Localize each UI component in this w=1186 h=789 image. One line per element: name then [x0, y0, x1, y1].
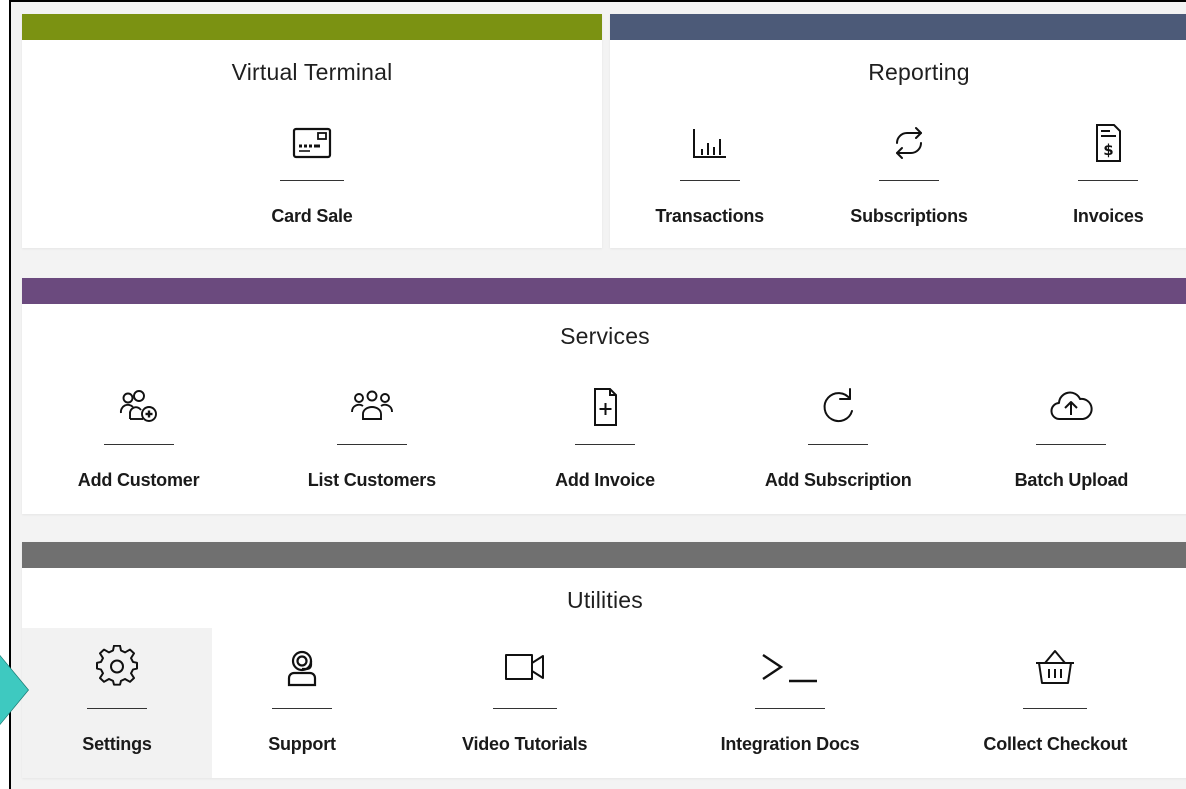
video-tutorials-tile[interactable]: Video Tutorials	[392, 628, 657, 778]
gear-icon	[92, 642, 142, 692]
subscriptions-tile[interactable]: Subscriptions	[809, 118, 1008, 228]
invoices-label: Invoices	[1073, 206, 1144, 226]
virtual-terminal-color-bar	[22, 14, 602, 40]
basket-icon	[1030, 642, 1080, 692]
tile-divider	[1036, 444, 1107, 445]
collect-checkout-label: Collect Checkout	[983, 734, 1128, 754]
tile-divider	[272, 708, 332, 709]
dashboard-frame: Virtual Terminal Card Sale Reporting Tra…	[9, 0, 1186, 789]
settings-label: Settings	[82, 734, 152, 754]
virtual-terminal-card: Virtual Terminal Card Sale	[22, 14, 602, 248]
card-terminal-icon	[287, 118, 337, 168]
list-customers-tile[interactable]: List Customers	[255, 382, 488, 492]
reporting-title: Reporting	[868, 59, 970, 85]
tile-divider	[878, 180, 939, 181]
support-tile[interactable]: Support	[212, 628, 392, 778]
services-title: Services	[560, 323, 650, 349]
subscriptions-label: Subscriptions	[850, 206, 968, 226]
add-invoice-label: Add Invoice	[555, 470, 655, 490]
cloud-upload-icon	[1046, 382, 1096, 432]
tile-divider	[336, 444, 407, 445]
tile-divider	[280, 180, 344, 181]
add-invoice-tile[interactable]: Add Invoice	[488, 382, 721, 492]
virtual-terminal-title: Virtual Terminal	[231, 59, 393, 85]
repeat-icon	[884, 118, 934, 168]
tile-divider	[103, 444, 174, 445]
batch-upload-tile[interactable]: Batch Upload	[955, 382, 1186, 492]
customers-group-icon	[347, 382, 397, 432]
tile-divider	[679, 180, 740, 181]
refresh-icon	[813, 382, 863, 432]
utilities-title: Utilities	[567, 587, 643, 613]
transactions-label: Transactions	[655, 206, 764, 226]
integration-docs-label: Integration Docs	[720, 734, 860, 754]
support-agent-icon	[277, 642, 327, 692]
add-customer-icon	[114, 382, 164, 432]
batch-upload-label: Batch Upload	[1014, 470, 1129, 490]
tile-divider	[754, 708, 825, 709]
tile-divider	[1078, 180, 1139, 181]
bar-chart-icon	[685, 118, 735, 168]
utilities-card: Utilities Settings Support Video Tutoria…	[22, 542, 1186, 778]
svg-text:$: $	[1104, 141, 1114, 159]
tile-divider	[87, 708, 147, 709]
reporting-card: Reporting Transactions Subscriptions $ I…	[610, 14, 1186, 248]
transactions-tile[interactable]: Transactions	[610, 118, 809, 228]
card-sale-tile[interactable]: Card Sale	[212, 118, 412, 228]
add-subscription-tile[interactable]: Add Subscription	[722, 382, 955, 492]
terminal-prompt-icon	[755, 642, 825, 692]
utilities-color-bar	[22, 542, 1186, 568]
tile-divider	[1023, 708, 1088, 709]
settings-tile[interactable]: Settings	[22, 628, 212, 778]
tile-divider	[575, 444, 635, 445]
services-card: Services Add Customer List Customers Add…	[22, 278, 1186, 514]
services-color-bar	[22, 278, 1186, 304]
add-customer-label: Add Customer	[77, 470, 200, 490]
support-label: Support	[268, 734, 336, 754]
integration-docs-tile[interactable]: Integration Docs	[657, 628, 922, 778]
card-sale-label: Card Sale	[271, 206, 353, 226]
add-document-icon	[580, 382, 630, 432]
video-tutorials-label: Video Tutorials	[461, 734, 588, 754]
video-camera-icon	[500, 642, 550, 692]
add-subscription-label: Add Subscription	[764, 470, 912, 490]
reporting-color-bar	[610, 14, 1186, 40]
highlight-pointer	[0, 656, 28, 724]
tile-divider	[808, 444, 869, 445]
tile-divider	[492, 708, 557, 709]
invoice-dollar-icon: $	[1083, 118, 1133, 168]
list-customers-label: List Customers	[307, 470, 436, 490]
invoices-tile[interactable]: $ Invoices	[1009, 118, 1186, 228]
collect-checkout-tile[interactable]: Collect Checkout	[923, 628, 1186, 778]
add-customer-tile[interactable]: Add Customer	[22, 382, 255, 492]
